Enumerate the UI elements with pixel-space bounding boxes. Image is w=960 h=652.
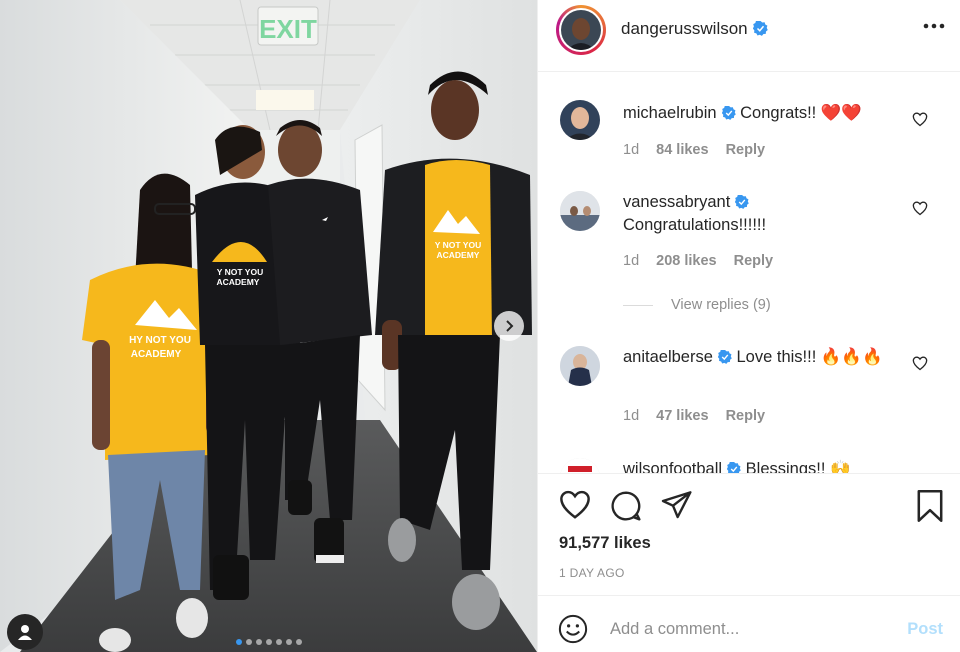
comment-input[interactable] (610, 618, 900, 640)
verified-badge-icon (727, 462, 741, 473)
svg-text:EXIT: EXIT (259, 14, 317, 44)
verified-badge-icon (735, 195, 750, 209)
comments-list[interactable]: michaelrubin Congrats!! ❤️❤️ 1d 84 likes… (538, 72, 960, 473)
commenter-avatar[interactable] (560, 100, 600, 140)
comment-username[interactable]: michaelrubin (623, 104, 717, 122)
like-comment-heart-icon[interactable] (912, 356, 928, 371)
comment-text: michaelrubin Congrats!! ❤️❤️ (623, 102, 898, 125)
post-photo[interactable]: EXIT HY NOT YOU ACADEMY Y NOT YOU ACADEM… (0, 0, 537, 652)
comment-likes[interactable]: 208 likes (656, 253, 716, 269)
comment-meta: 1d 47 likes Reply (623, 408, 765, 424)
hallway-photo: EXIT HY NOT YOU ACADEMY Y NOT YOU ACADEM… (0, 0, 537, 652)
verified-badge-icon (721, 106, 736, 120)
verified-badge-icon (717, 350, 732, 364)
author-username-text: dangerusswilson (621, 19, 748, 38)
comment-age: 1d (623, 142, 640, 158)
view-replies-label: View replies (9) (671, 297, 771, 313)
comment-meta: 1d 84 likes Reply (623, 142, 765, 158)
emoji-smile-icon[interactable] (558, 614, 588, 644)
carousel-dot (235, 639, 242, 645)
comment-bubble-icon[interactable] (610, 490, 642, 522)
svg-text:Y NOT YOU: Y NOT YOU (435, 240, 481, 250)
svg-text:ACADEMY: ACADEMY (437, 250, 480, 260)
view-replies-button[interactable]: View replies (9) (623, 297, 771, 313)
commenter-avatar[interactable] (560, 346, 600, 386)
comment-username[interactable]: anitaelberse (623, 348, 713, 366)
post-timestamp: 1 DAY AGO (559, 566, 625, 580)
comment-username[interactable]: vanessabryant (623, 193, 730, 211)
comment-body: Blessings!! 🙌 (745, 460, 851, 473)
like-comment-heart-icon[interactable] (912, 112, 928, 127)
replies-divider (623, 304, 653, 306)
avatar-image (560, 191, 600, 231)
post-actions: 91,577 likes 1 DAY AGO (538, 473, 960, 595)
commenter-avatar[interactable] (560, 191, 600, 231)
comment-body: Love this!!! 🔥🔥🔥 (736, 348, 883, 366)
reply-button[interactable]: Reply (726, 408, 766, 424)
post-header: dangerusswilson (538, 0, 960, 72)
comment-username[interactable]: wilsonfootball (623, 460, 722, 473)
comment-likes[interactable]: 47 likes (656, 408, 708, 424)
carousel-dot (255, 639, 262, 645)
author-username[interactable]: dangerusswilson (621, 19, 768, 39)
comment-likes[interactable]: 84 likes (656, 142, 708, 158)
reply-button[interactable]: Reply (734, 253, 774, 269)
share-paper-plane-icon[interactable] (661, 490, 693, 520)
commenter-avatar[interactable] (560, 458, 600, 473)
svg-text:HY NOT YOU: HY NOT YOU (129, 335, 191, 346)
verified-badge-icon (752, 21, 768, 36)
carousel-dot (285, 639, 292, 645)
carousel-dot (245, 639, 252, 645)
comment-text: wilsonfootball Blessings!! 🙌 (623, 458, 898, 473)
avatar-image (561, 10, 601, 50)
comment-meta: 1d 208 likes Reply (623, 253, 773, 269)
carousel-indicator (0, 639, 537, 647)
author-avatar[interactable] (556, 5, 606, 55)
carousel-dot (275, 639, 282, 645)
svg-text:ACADEMY: ACADEMY (217, 277, 260, 287)
avatar-image (560, 100, 600, 140)
comment-text: anitaelberse Love this!!! 🔥🔥🔥 (623, 346, 898, 369)
avatar-image (560, 346, 600, 386)
chevron-right-icon (506, 320, 514, 332)
carousel-dot (295, 639, 302, 645)
post-comment-button[interactable]: Post (907, 620, 943, 639)
comment-age: 1d (623, 408, 640, 424)
reply-button[interactable]: Reply (726, 142, 766, 158)
save-bookmark-icon[interactable] (916, 489, 944, 523)
post-details-panel: dangerusswilson michaelrubin Congrats!! … (537, 0, 960, 652)
carousel-dot (265, 639, 272, 645)
like-heart-icon[interactable] (558, 490, 592, 520)
avatar-image (560, 458, 600, 473)
comment-text: vanessabryant Congratulations!!!!!! (623, 191, 898, 237)
comment-body: Congratulations!!!!!! (623, 216, 767, 234)
more-horizontal-icon[interactable] (923, 23, 945, 29)
next-photo-button[interactable] (494, 311, 524, 341)
comment-age: 1d (623, 253, 640, 269)
svg-text:Y NOT YOU: Y NOT YOU (217, 267, 263, 277)
like-comment-heart-icon[interactable] (912, 201, 928, 216)
svg-text:ACADEMY: ACADEMY (131, 349, 182, 360)
likes-count[interactable]: 91,577 likes (559, 534, 651, 553)
add-comment-bar: Post (538, 595, 960, 652)
comment-body: Congrats!! ❤️❤️ (740, 104, 862, 122)
